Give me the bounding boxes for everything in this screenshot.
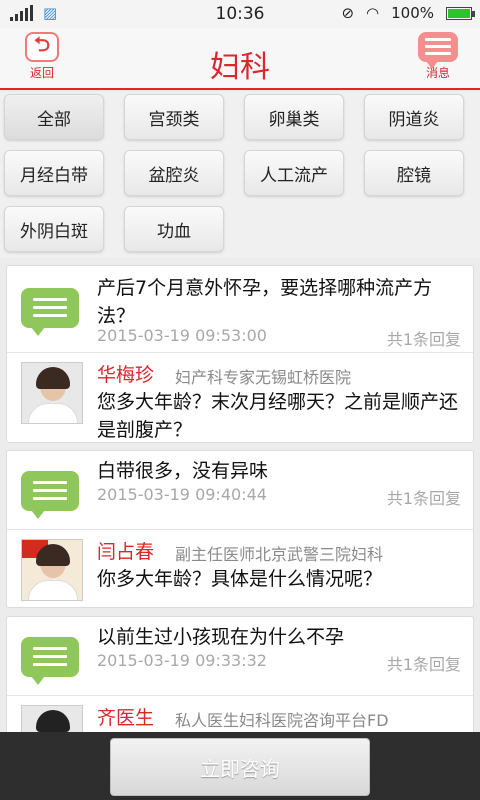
question-text: 产后7个月意外怀孕，要选择哪种流产方法？ — [97, 277, 433, 327]
doctor-title: 妇产科专家无锡虹桥医院 — [175, 368, 352, 387]
doctor-avatar — [21, 705, 83, 732]
reply-count: 共1条回复 — [386, 330, 461, 349]
category-vaginitis[interactable]: 阴道炎 — [364, 94, 464, 140]
question-date: 2015-03-19 09:33:32 — [97, 651, 267, 670]
question-date: 2015-03-19 09:53:00 — [97, 326, 267, 345]
battery-icon — [446, 6, 475, 20]
question-date: 2015-03-19 09:40:44 — [97, 485, 267, 504]
category-abortion[interactable]: 人工流产 — [244, 150, 344, 196]
question-card[interactable]: 产后7个月意外怀孕，要选择哪种流产方法？ 2015-03-19 09:53:00… — [6, 265, 474, 443]
category-menstruation[interactable]: 月经白带 — [4, 150, 104, 196]
message-button[interactable]: 消息 — [408, 32, 468, 81]
category-vulvar[interactable]: 外阴白斑 — [4, 206, 104, 252]
consult-label: 立即咨询 — [200, 756, 280, 781]
reply-count: 共1条回复 — [386, 655, 461, 674]
question-card[interactable]: 以前生过小孩现在为什么不孕 2015-03-19 09:33:32 共1条回复 … — [6, 616, 474, 732]
doctor-avatar — [21, 362, 83, 424]
doctor-avatar — [21, 539, 83, 601]
divider — [7, 695, 473, 696]
message-icon — [418, 32, 458, 69]
category-endoscopy[interactable]: 腔镜 — [364, 150, 464, 196]
question-icon — [21, 288, 79, 336]
doctor-title: 副主任医师北京武警三院妇科 — [175, 545, 384, 564]
doctor-name: 华梅珍 — [97, 364, 155, 386]
question-icon — [21, 637, 79, 685]
answer-text: 您多大年龄？末次月经哪天？之前是顺产还是剖腹产？ — [97, 391, 459, 441]
category-bleeding[interactable]: 功血 — [124, 206, 224, 252]
question-icon — [21, 471, 79, 519]
question-card[interactable]: 白带很多，没有异味 2015-03-19 09:40:44 共1条回复 闫占春 … — [6, 450, 474, 608]
category-ovary[interactable]: 卵巢类 — [244, 94, 344, 140]
doctor-title: 私人医生妇科医院咨询平台FD — [175, 711, 389, 730]
bottom-bar: 立即咨询 — [0, 732, 480, 800]
question-list: 产后7个月意外怀孕，要选择哪种流产方法？ 2015-03-19 09:53:00… — [0, 262, 480, 732]
category-cervix[interactable]: 宫颈类 — [124, 94, 224, 140]
question-text: 以前生过小孩现在为什么不孕 — [97, 626, 345, 648]
wifi-icon: ◠ — [366, 4, 380, 22]
doctor-name: 闫占春 — [97, 541, 155, 563]
battery-percent: 100% — [391, 4, 434, 22]
question-text: 白带很多，没有异味 — [97, 460, 269, 482]
consult-now-button[interactable]: 立即咨询 — [110, 738, 370, 796]
category-grid: 全部 宫颈类 卵巢类 阴道炎 月经白带 盆腔炎 人工流产 腔镜 外阴白斑 功血 — [0, 92, 480, 258]
message-label: 消息 — [425, 66, 450, 80]
reply-count: 共1条回复 — [386, 489, 461, 508]
answer-text: 你多大年龄？具体是什么情况呢？ — [97, 568, 383, 590]
doctor-name: 齐医生 — [97, 707, 155, 729]
divider — [7, 529, 473, 530]
mute-icon: ⊘ — [341, 4, 355, 22]
category-pelvic[interactable]: 盆腔炎 — [124, 150, 224, 196]
status-bar: ▨ 10:36 ⊘ ◠ 100% — [0, 0, 480, 28]
divider — [7, 352, 473, 353]
category-all[interactable]: 全部 — [4, 94, 104, 140]
header: ⮌ 返回 妇科 消息 — [0, 28, 480, 90]
